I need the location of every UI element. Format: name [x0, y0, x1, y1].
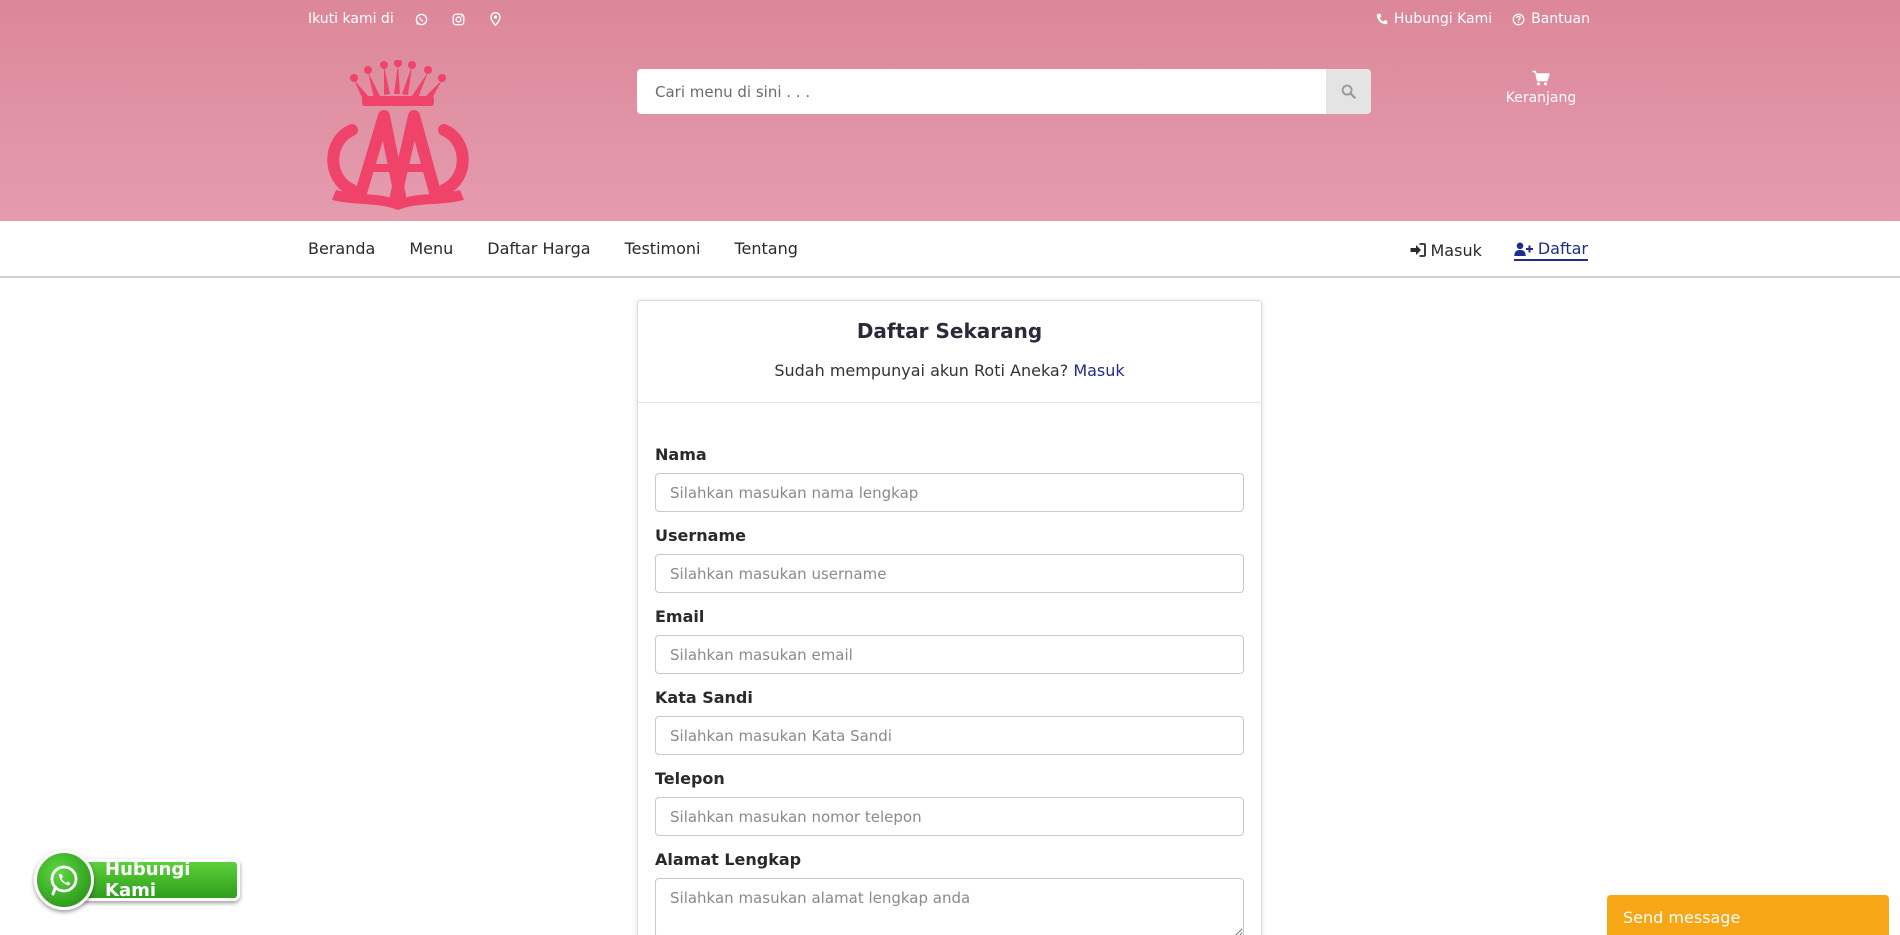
- register-card-header: Daftar Sekarang Sudah mempunyai akun Rot…: [638, 301, 1261, 403]
- nav-item-testimoni[interactable]: Testimoni: [625, 239, 701, 258]
- phone-icon: [1376, 13, 1388, 25]
- field-label: Email: [655, 607, 705, 626]
- name-input[interactable]: [655, 473, 1244, 512]
- site-header: Ikuti kami di Hubungi Kami Bantuan Cari …: [0, 0, 1900, 221]
- register-label: Daftar: [1537, 239, 1588, 258]
- search-button[interactable]: [1326, 69, 1371, 114]
- sign-in-icon: [1410, 243, 1426, 257]
- contact-link[interactable]: Hubungi Kami: [1376, 11, 1492, 27]
- whatsapp-icon: [34, 850, 94, 910]
- field-label: Kata Sandi: [655, 688, 753, 707]
- map-marker-icon[interactable]: [488, 11, 504, 27]
- nav-item-beranda[interactable]: Beranda: [308, 239, 375, 258]
- social-bar: Ikuti kami di: [308, 9, 525, 29]
- email-input[interactable]: [655, 635, 1244, 674]
- field-email: Email: [655, 607, 1244, 674]
- field-kata-sandi: Kata Sandi: [655, 688, 1244, 755]
- instagram-icon[interactable]: [451, 11, 467, 27]
- nav-item-menu[interactable]: Menu: [409, 239, 453, 258]
- auth-links: Masuk Daftar: [1410, 239, 1588, 261]
- site-logo[interactable]: [318, 59, 478, 210]
- send-message-widget[interactable]: Send message: [1607, 895, 1889, 935]
- address-textarea[interactable]: [655, 878, 1244, 935]
- whatsapp-float-button[interactable]: Hubungi Kami: [34, 850, 242, 910]
- follow-text: Ikuti kami di: [308, 11, 394, 27]
- nav-item-tentang[interactable]: Tentang: [734, 239, 797, 258]
- field-nama: Nama: [655, 445, 1244, 512]
- nav-menu: Beranda Menu Daftar Harga Testimoni Tent…: [308, 239, 798, 258]
- register-form: Nama Username Email Kata Sandi Telepon A…: [638, 403, 1261, 935]
- cart-label: Keranjang: [1505, 90, 1577, 106]
- search-bar: [637, 69, 1371, 114]
- shopping-cart-icon: [1500, 70, 1582, 90]
- username-input[interactable]: [655, 554, 1244, 593]
- whatsapp-button-label: Hubungi Kami: [105, 859, 191, 901]
- register-subtitle: Sudah mempunyai akun Roti Aneka? Masuk: [638, 361, 1261, 380]
- search-icon: [1341, 84, 1356, 99]
- field-label: Username: [655, 526, 746, 545]
- whatsapp-icon[interactable]: [414, 11, 430, 27]
- register-title: Daftar Sekarang: [856, 319, 1043, 343]
- field-username: Username: [655, 526, 1244, 593]
- field-label: Telepon: [655, 769, 725, 788]
- search-input[interactable]: [637, 69, 1326, 114]
- contact-label: Hubungi Kami: [1393, 11, 1493, 27]
- field-telepon: Telepon: [655, 769, 1244, 836]
- password-input[interactable]: [655, 716, 1244, 755]
- send-message-label: Send message: [1623, 908, 1741, 927]
- help-bar: Hubungi Kami Bantuan: [1356, 9, 1590, 29]
- register-link[interactable]: Daftar: [1513, 239, 1588, 261]
- help-link[interactable]: Bantuan: [1512, 11, 1590, 27]
- login-prompt: Sudah mempunyai akun Roti Aneka?: [774, 361, 1069, 380]
- field-alamat: Alamat Lengkap: [655, 850, 1244, 935]
- question-circle-icon: [1512, 13, 1525, 25]
- main-nav: Beranda Menu Daftar Harga Testimoni Tent…: [0, 221, 1900, 278]
- user-plus-icon: [1514, 242, 1533, 256]
- field-label: Nama: [655, 445, 707, 464]
- login-link[interactable]: Masuk: [1410, 241, 1482, 260]
- field-label: Alamat Lengkap: [655, 850, 802, 869]
- cart-link[interactable]: Keranjang: [1500, 70, 1582, 106]
- help-label: Bantuan: [1531, 11, 1590, 27]
- phone-input[interactable]: [655, 797, 1244, 836]
- nav-item-daftar-harga[interactable]: Daftar Harga: [487, 239, 590, 258]
- login-label: Masuk: [1430, 240, 1482, 260]
- register-card: Daftar Sekarang Sudah mempunyai akun Rot…: [637, 300, 1262, 935]
- card-login-link[interactable]: Masuk: [1073, 361, 1124, 380]
